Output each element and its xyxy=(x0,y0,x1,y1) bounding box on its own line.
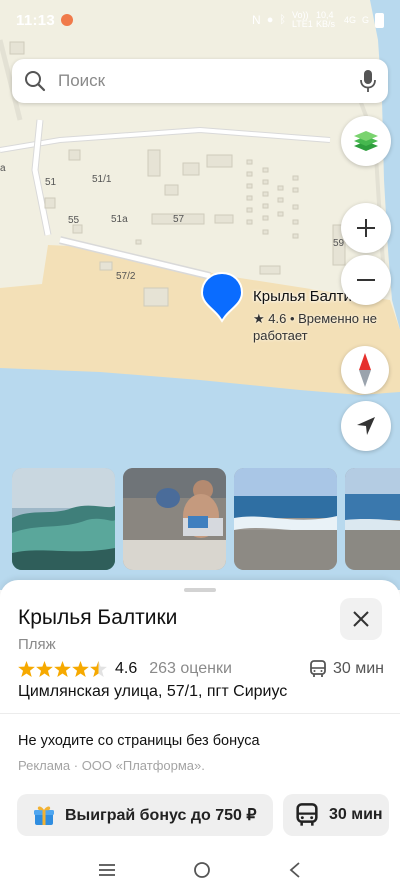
status-bar: 11:13 N ● ᛒ Vo)) LTE1 10,4 KB/s 4G G xyxy=(0,0,400,40)
photo-wave xyxy=(12,468,115,570)
notification-icon xyxy=(61,14,74,26)
compass-button[interactable] xyxy=(341,346,389,394)
route-button[interactable]: 30 мин xyxy=(283,794,389,836)
search-placeholder[interactable]: Поиск xyxy=(58,71,360,91)
transit-time[interactable]: 30 мин xyxy=(309,660,384,678)
rating-value: 4.6 xyxy=(115,660,138,677)
place-category: Пляж xyxy=(18,636,56,653)
photo-thumbnail[interactable] xyxy=(234,468,337,570)
star-icon xyxy=(72,661,89,677)
ad-source: Реклама · ООО «Платформа». xyxy=(18,758,205,773)
star-icon xyxy=(36,661,53,677)
network-label: Vo)) LTE1 xyxy=(291,10,313,29)
network-type: G xyxy=(361,15,369,25)
bus-icon xyxy=(296,803,318,826)
gift-icon xyxy=(34,806,54,825)
map-label: 55 xyxy=(68,215,80,226)
place-card[interactable]: Крылья Балтики Пляж 4.6 263 оценки 30 ми… xyxy=(0,580,400,889)
network-speed: 10,4 KB/s xyxy=(315,10,335,29)
place-address[interactable]: Цимлянская улица, 57/1, пгт Сириус xyxy=(18,683,287,701)
ad-text[interactable]: Не уходите со страницы без бонуса xyxy=(18,733,260,749)
zoom-out-button[interactable] xyxy=(341,255,391,305)
network-type: 4G xyxy=(343,15,356,25)
rating-stars xyxy=(18,661,107,677)
navigation-arrow-icon xyxy=(357,417,375,435)
bonus-button[interactable]: Выиграй бонус до 750 ₽ xyxy=(17,794,273,836)
my-location-button[interactable] xyxy=(341,401,391,451)
star-icon xyxy=(18,661,35,677)
bus-icon xyxy=(310,660,326,677)
marker-rating-status: ★ 4.6 • Временно не работает xyxy=(253,311,378,343)
close-button[interactable] xyxy=(340,598,382,640)
battery-icon xyxy=(375,12,384,28)
photo-people-beach xyxy=(123,468,226,570)
map-label: a xyxy=(0,163,6,174)
system-nav-bar xyxy=(0,850,400,889)
reviews-count[interactable]: 263 оценки xyxy=(149,660,232,678)
photo-thumbnail[interactable] xyxy=(345,468,400,570)
location-icon: ● xyxy=(266,14,274,26)
compass-icon xyxy=(359,353,371,387)
plus-icon xyxy=(357,219,375,237)
recent-apps-icon[interactable] xyxy=(98,863,116,877)
status-indicators: N ● ᛒ Vo)) LTE1 10,4 KB/s 4G G xyxy=(252,11,384,29)
bluetooth-icon: ᛒ xyxy=(279,14,286,26)
map-label: 51 xyxy=(45,177,57,188)
photo-thumbnail[interactable] xyxy=(12,468,115,570)
map-label: 57 xyxy=(173,214,185,225)
back-icon[interactable] xyxy=(288,861,302,879)
location-pin-icon xyxy=(200,271,244,323)
status-time: 11:13 xyxy=(16,11,56,29)
drag-handle[interactable] xyxy=(184,588,216,592)
close-icon xyxy=(353,611,369,627)
map-label: 51/1 xyxy=(92,174,112,185)
photo-thumbnail[interactable] xyxy=(123,468,226,570)
layers-icon xyxy=(354,131,378,151)
map-label: 51a xyxy=(111,214,128,225)
transit-time-label: 30 мин xyxy=(332,660,384,677)
nfc-icon: N xyxy=(252,13,261,27)
rating-row[interactable]: 4.6 263 оценки 30 мин xyxy=(18,659,384,679)
minus-icon xyxy=(357,279,375,281)
photo-strip[interactable] xyxy=(12,468,400,570)
photo-sea-pebbles xyxy=(234,468,337,570)
place-title: Крылья Балтики xyxy=(18,606,178,629)
microphone-icon[interactable] xyxy=(360,69,376,93)
star-icon xyxy=(54,661,71,677)
route-button-label: 30 мин xyxy=(329,806,383,823)
layers-button[interactable] xyxy=(341,116,391,166)
zoom-in-button[interactable] xyxy=(341,203,391,253)
bonus-button-label: Выиграй бонус до 750 ₽ xyxy=(65,807,257,824)
map-label: 59 xyxy=(333,238,345,249)
search-icon xyxy=(25,71,46,92)
photo-shore xyxy=(345,468,400,570)
map-label: 57/2 xyxy=(116,271,136,282)
search-bar[interactable]: Поиск xyxy=(12,59,388,103)
star-half-icon xyxy=(90,661,107,677)
home-icon[interactable] xyxy=(193,861,211,879)
divider xyxy=(0,713,400,714)
